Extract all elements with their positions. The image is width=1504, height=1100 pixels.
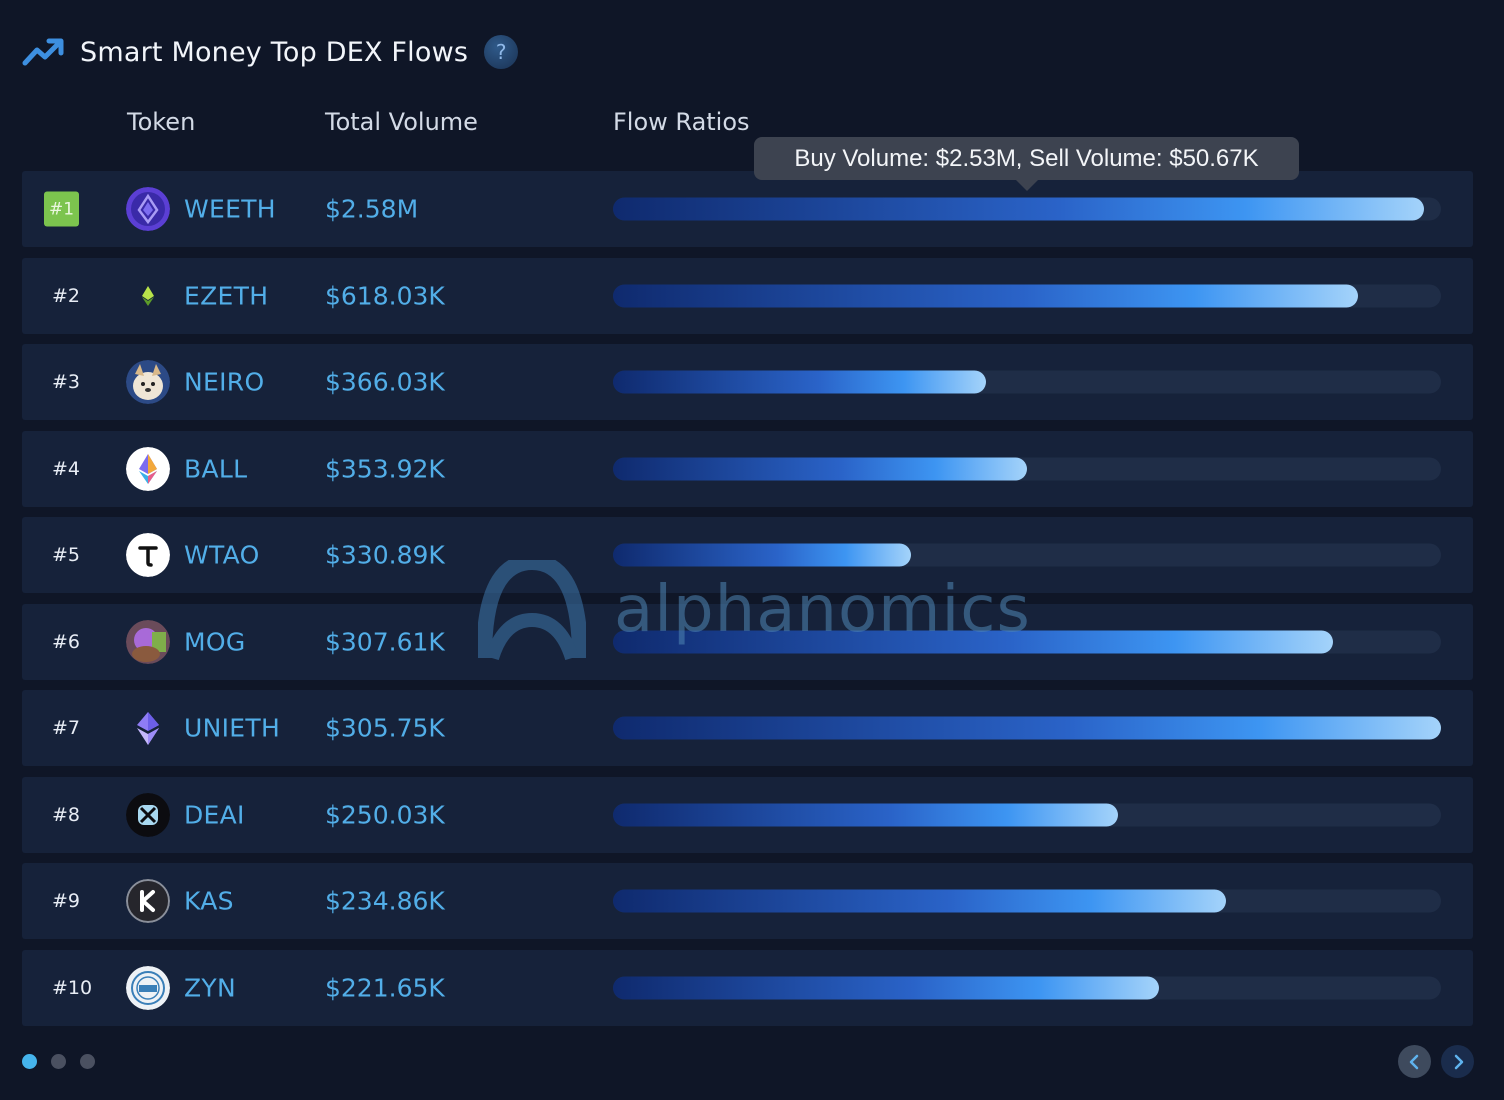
flow-ratio-bar[interactable] [613, 716, 1441, 740]
column-header-flow-ratios: Flow Ratios [613, 108, 750, 136]
token-volume: $234.86K [325, 886, 445, 916]
token-table: #1 WEETH $2.58M #2 EZETH $618.03K #3 NEI… [22, 171, 1473, 1036]
flow-ratio-bar[interactable] [613, 197, 1441, 221]
rank-label: #10 [52, 976, 93, 999]
deai-logo-icon [126, 792, 170, 837]
page-dot-3[interactable] [80, 1054, 95, 1069]
token-symbol[interactable]: WEETH [184, 195, 276, 224]
token-symbol[interactable]: EZETH [184, 281, 268, 310]
token-symbol[interactable]: UNIETH [184, 714, 280, 743]
token-volume: $221.65K [325, 973, 445, 1002]
table-row[interactable]: #9 KAS $234.86K [22, 863, 1473, 939]
page-dot-2[interactable] [51, 1054, 66, 1069]
token-volume: $618.03K [325, 281, 445, 310]
flow-ratio-bar[interactable] [613, 457, 1441, 480]
table-row[interactable]: #5 WTAO $330.89K [22, 517, 1473, 593]
mog-logo-icon [126, 619, 170, 664]
next-page-button[interactable] [1441, 1045, 1474, 1078]
flow-ratio-fill [613, 457, 1027, 480]
flow-ratio-fill [613, 370, 986, 394]
ball-logo-icon [126, 446, 170, 491]
flow-ratio-bar[interactable] [613, 976, 1441, 999]
widget-header: Smart Money Top DEX Flows ? [22, 30, 519, 74]
rank-label: #8 [52, 803, 81, 826]
chevron-left-icon [1409, 1054, 1418, 1069]
previous-page-button[interactable] [1398, 1045, 1431, 1078]
token-volume: $307.61K [325, 627, 445, 656]
flow-ratio-bar[interactable] [613, 803, 1441, 826]
table-row[interactable]: #2 EZETH $618.03K [22, 257, 1473, 334]
table-row[interactable]: #7 UNIETH $305.75K [22, 690, 1473, 766]
token-symbol[interactable]: MOG [184, 627, 246, 656]
flow-ratio-fill [613, 889, 1226, 913]
trending-up-icon [22, 38, 64, 66]
flow-ratio-fill [613, 976, 1160, 999]
table-row[interactable]: #4 BALL $353.92K [22, 430, 1473, 507]
flow-ratio-fill [613, 716, 1441, 740]
weeth-logo-icon [126, 187, 170, 231]
rank-label: #7 [52, 717, 81, 739]
token-symbol[interactable]: KAS [184, 887, 234, 916]
flow-ratio-bar[interactable] [613, 630, 1441, 653]
column-header-total-volume: Total Volume [325, 108, 478, 136]
token-symbol[interactable]: WTAO [184, 541, 260, 570]
rank-label: #5 [52, 544, 81, 566]
rank-label: #2 [52, 284, 81, 307]
zyn-logo-icon [126, 965, 170, 1010]
flow-ratio-fill [613, 284, 1359, 307]
chevron-right-icon [1454, 1054, 1463, 1069]
pagination-dots [22, 1054, 109, 1069]
rank-label: #4 [52, 457, 81, 480]
token-symbol[interactable]: DEAI [184, 800, 245, 829]
table-row[interactable]: #1 WEETH $2.58M [22, 171, 1473, 247]
table-row[interactable]: #8 DEAI $250.03K [22, 776, 1473, 853]
token-symbol[interactable]: BALL [184, 454, 247, 483]
unieth-logo-icon [126, 706, 170, 750]
column-header-token: Token [127, 108, 196, 136]
flow-tooltip: Buy Volume: $2.53M, Sell Volume: $50.67K [754, 137, 1299, 191]
ezeth-logo-icon [126, 274, 170, 318]
wtao-logo-icon [126, 533, 170, 577]
flow-ratio-fill [613, 197, 1425, 221]
token-symbol[interactable]: ZYN [184, 973, 236, 1002]
page-dot-1[interactable] [22, 1054, 37, 1069]
table-row[interactable]: #6 MOG $307.61K [22, 603, 1473, 680]
widget-title: Smart Money Top DEX Flows [80, 36, 469, 68]
table-row[interactable]: #10 ZYN $221.65K [22, 949, 1473, 1026]
token-volume: $330.89K [325, 540, 445, 570]
flow-ratio-bar[interactable] [613, 370, 1441, 394]
token-symbol[interactable]: NEIRO [184, 368, 264, 397]
rank-label: #6 [52, 630, 81, 653]
flow-ratio-fill [613, 630, 1334, 653]
flow-ratio-bar[interactable] [613, 543, 1441, 567]
rank-badge: #1 [44, 191, 79, 227]
flow-ratio-fill [613, 803, 1119, 826]
kas-logo-icon [126, 879, 170, 923]
token-volume: $353.92K [325, 454, 445, 483]
token-volume: $250.03K [325, 800, 445, 829]
token-volume: $366.03K [325, 367, 445, 397]
table-row[interactable]: #3 NEIRO $366.03K [22, 344, 1473, 420]
help-icon[interactable]: ? [484, 35, 519, 69]
rank-label: #3 [52, 371, 81, 393]
token-volume: $2.58M [325, 194, 419, 224]
flow-ratio-bar[interactable] [613, 284, 1441, 307]
rank-label: #9 [52, 890, 81, 912]
flow-ratio-fill [613, 543, 912, 567]
neiro-logo-icon [126, 360, 170, 404]
flow-ratio-bar[interactable] [613, 889, 1441, 913]
token-volume: $305.75K [325, 713, 445, 743]
